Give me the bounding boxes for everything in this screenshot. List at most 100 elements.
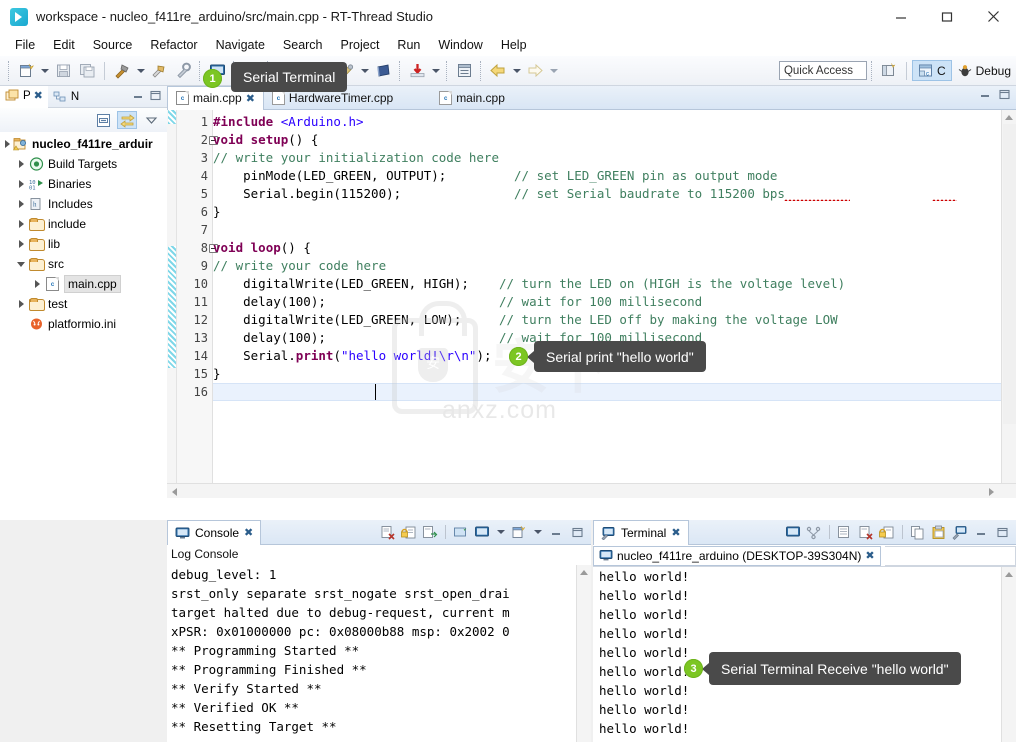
link-with-editor-icon[interactable] [117, 111, 137, 129]
display-selected-console-icon[interactable] [452, 523, 470, 541]
tab-console[interactable]: Console ✖ [167, 519, 262, 545]
chevron-right-icon[interactable] [14, 160, 28, 168]
minimize-editor-icon[interactable] [980, 89, 991, 103]
download-flash-icon[interactable] [406, 60, 428, 82]
menu-project[interactable]: Project [332, 36, 389, 54]
chevron-right-icon[interactable] [30, 280, 44, 288]
perspective-c-button[interactable]: c C [911, 60, 952, 81]
open-console-icon[interactable] [473, 523, 491, 541]
tree-item-build-targets[interactable]: Build Targets [0, 154, 167, 174]
new-file-dropdown-icon[interactable] [38, 60, 51, 82]
menu-help[interactable]: Help [492, 36, 536, 54]
copy-icon[interactable] [909, 523, 927, 541]
menu-run[interactable]: Run [388, 36, 429, 54]
terminal-lock-icon[interactable] [878, 523, 896, 541]
chevron-down-icon[interactable] [14, 262, 28, 267]
terminal-settings-icon[interactable] [951, 523, 969, 541]
perspective-debug-button[interactable]: Debug [952, 61, 1016, 80]
tab-close-icon[interactable]: ✖ [34, 89, 43, 102]
console-vertical-scrollbar[interactable] [576, 565, 591, 742]
download-dropdown-icon[interactable] [429, 60, 442, 82]
terminal-view-icon[interactable] [453, 60, 475, 82]
terminal-vertical-scrollbar[interactable] [1001, 567, 1016, 742]
back-arrow-icon[interactable] [487, 60, 509, 82]
chevron-right-icon[interactable] [14, 180, 28, 188]
new-file-icon[interactable] [15, 60, 37, 82]
tree-item-project[interactable]: nucleo_f411re_arduir [0, 134, 167, 154]
terminal-connection-tab[interactable]: nucleo_f411re_arduino (DESKTOP-39S304N) … [593, 545, 881, 566]
open-perspective-icon[interactable] [878, 60, 900, 82]
tree-item-main-cpp[interactable]: c main.cpp [0, 274, 167, 294]
chevron-right-icon[interactable] [14, 200, 28, 208]
maximize-console-icon[interactable] [568, 523, 586, 541]
new-console-dropdown-icon[interactable] [531, 523, 544, 541]
tab-close-icon[interactable]: ✖ [244, 526, 253, 539]
tree-item-binaries[interactable]: 10 01 Binaries [0, 174, 167, 194]
run-dropdown-icon[interactable] [358, 60, 371, 82]
scroll-left-icon[interactable] [172, 488, 177, 496]
clear-terminal-icon[interactable] [857, 523, 875, 541]
menu-file[interactable]: File [6, 36, 44, 54]
clear-console-icon[interactable] [379, 523, 397, 541]
open-console-dropdown-icon[interactable] [494, 523, 507, 541]
minimize-panel-icon[interactable] [133, 90, 144, 104]
build-dropdown-icon[interactable] [134, 60, 147, 82]
new-console-view-icon[interactable] [510, 523, 528, 541]
scrollbar-thumb[interactable] [1003, 124, 1016, 424]
close-button[interactable] [970, 0, 1016, 34]
maximize-editor-icon[interactable] [999, 89, 1010, 103]
menu-source[interactable]: Source [84, 36, 142, 54]
tree-item-lib[interactable]: lib [0, 234, 167, 254]
quick-access-input[interactable]: Quick Access [778, 61, 867, 80]
chevron-right-icon[interactable] [14, 220, 28, 228]
maximize-button[interactable] [924, 0, 970, 34]
scroll-lock-terminal-icon[interactable] [836, 523, 854, 541]
chevron-right-icon[interactable] [2, 140, 12, 148]
chevron-right-icon[interactable] [14, 240, 28, 248]
save-icon[interactable] [52, 60, 74, 82]
forward-arrow-icon[interactable] [524, 60, 546, 82]
menu-search[interactable]: Search [274, 36, 332, 54]
scroll-up-icon[interactable] [1005, 572, 1013, 577]
menu-edit[interactable]: Edit [44, 36, 84, 54]
chevron-right-icon[interactable] [14, 300, 28, 308]
tree-item-src[interactable]: src [0, 254, 167, 274]
scroll-up-icon[interactable] [1005, 115, 1013, 120]
tree-item-platformio-ini[interactable]: platformio.ini [0, 314, 167, 334]
clean-icon[interactable] [148, 60, 170, 82]
view-menu-icon[interactable] [141, 111, 161, 129]
toggle-terminal-icon[interactable] [805, 523, 823, 541]
scroll-up-icon[interactable] [580, 570, 588, 575]
maximize-panel-icon[interactable] [150, 90, 161, 104]
menu-refactor[interactable]: Refactor [141, 36, 206, 54]
tab-close-icon[interactable]: ✖ [865, 549, 874, 562]
editor-vertical-scrollbar[interactable] [1001, 110, 1016, 498]
tab-navigator[interactable]: N [48, 86, 84, 108]
editor-horizontal-scrollbar[interactable] [167, 483, 1016, 498]
open-resource-icon[interactable] [372, 60, 394, 82]
save-all-icon[interactable] [76, 60, 98, 82]
tree-item-includes[interactable]: h Includes [0, 194, 167, 214]
minimize-console-icon[interactable] [547, 523, 565, 541]
paste-icon[interactable] [930, 523, 948, 541]
code-text[interactable]: #include <Arduino.h> void setup() { // w… [213, 110, 845, 383]
tree-item-test[interactable]: test [0, 294, 167, 314]
console-log[interactable]: debug_level: 1 srst_only separate srst_n… [167, 565, 591, 742]
collapse-all-icon[interactable] [93, 111, 113, 129]
maximize-terminal-icon[interactable] [993, 523, 1011, 541]
code-editor[interactable]: 1 2 3 4 5 6 7 8 9 10 11 12 13 14 15 16 # [167, 110, 1016, 498]
pin-console-icon[interactable] [421, 523, 439, 541]
scroll-right-icon[interactable] [989, 488, 994, 496]
build-hammer-icon[interactable] [111, 60, 133, 82]
menu-window[interactable]: Window [429, 36, 491, 54]
minimize-button[interactable] [878, 0, 924, 34]
editor-tab-main-cpp-2[interactable]: c main.cpp [431, 86, 513, 110]
tab-project-explorer[interactable]: P ✖ [0, 85, 48, 108]
open-terminal-icon[interactable] [784, 523, 802, 541]
tab-close-icon[interactable]: ✖ [671, 526, 680, 539]
minimize-terminal-icon[interactable] [972, 523, 990, 541]
settings-wrench-icon[interactable] [172, 60, 194, 82]
tab-close-icon[interactable]: ✖ [246, 92, 255, 105]
forward-dropdown-icon[interactable] [547, 60, 560, 82]
scroll-lock-icon[interactable] [400, 523, 418, 541]
